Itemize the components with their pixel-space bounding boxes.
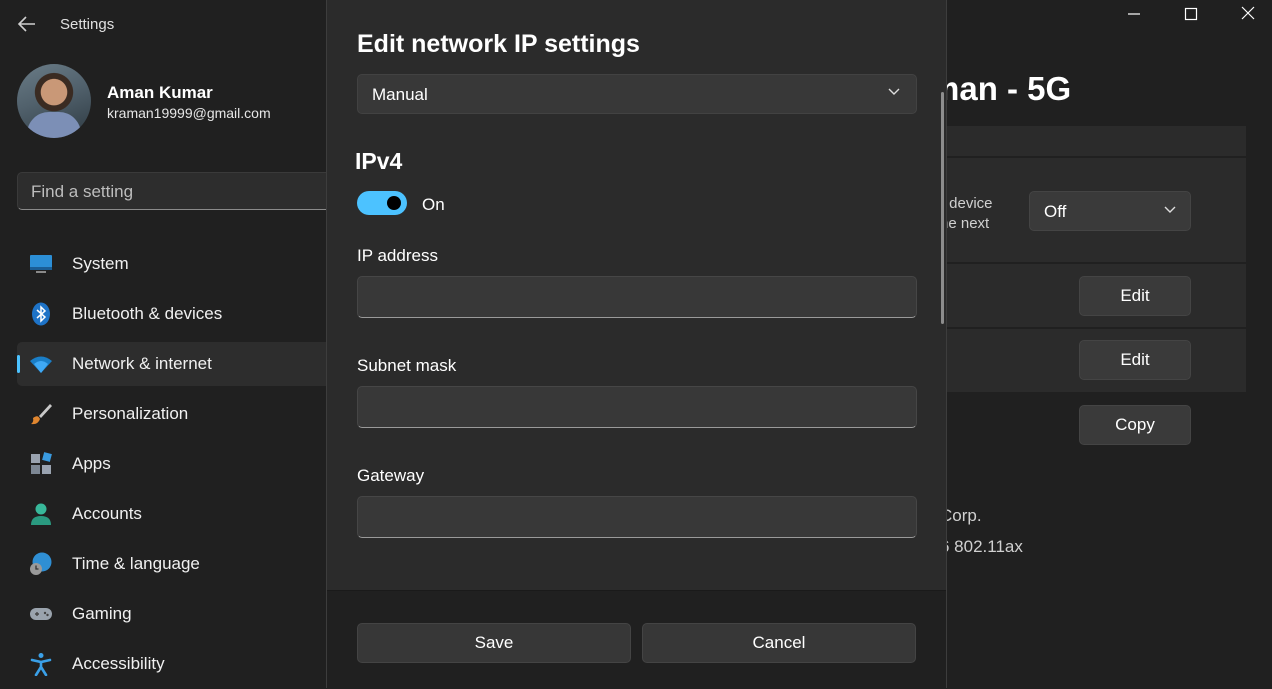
sidebar-item-personalization[interactable]: Personalization <box>17 392 347 436</box>
random-hw-dropdown-value: Off <box>1044 202 1067 221</box>
active-indicator <box>17 355 20 373</box>
minimize-button[interactable] <box>1114 4 1154 24</box>
chevron-down-icon <box>888 88 900 95</box>
back-arrow-icon[interactable] <box>16 14 38 34</box>
ipv4-toggle[interactable] <box>357 191 407 215</box>
sidebar-item-network[interactable]: Network & internet <box>17 342 347 386</box>
section-heading-ipv4: IPv4 <box>355 148 403 174</box>
toggle-state-label: On <box>422 195 445 214</box>
sidebar-item-gaming[interactable]: Gaming <box>17 592 347 636</box>
user-name: Aman Kumar <box>107 83 213 102</box>
section-header-card <box>930 126 1246 156</box>
search-input[interactable]: Find a setting <box>17 172 347 210</box>
chevron-down-icon <box>1164 206 1176 213</box>
sidebar-item-label: Gaming <box>72 604 132 623</box>
sidebar-item-label: Accounts <box>72 504 142 523</box>
description-value: 6 802.11ax <box>940 537 1023 556</box>
sidebar-item-bluetooth[interactable]: Bluetooth & devices <box>17 292 347 336</box>
sidebar-item-label: Time & language <box>72 554 200 573</box>
save-button[interactable]: Save <box>357 623 631 663</box>
ip-mode-select[interactable]: Manual <box>357 74 917 114</box>
edit-ip-button[interactable]: Edit <box>1079 276 1191 316</box>
search-placeholder: Find a setting <box>31 182 134 201</box>
apps-icon <box>29 452 53 476</box>
sidebar-item-label: Network & internet <box>72 354 212 373</box>
sidebar-item-apps[interactable]: Apps <box>17 442 347 486</box>
avatar[interactable] <box>17 64 91 138</box>
monitor-icon <box>29 252 53 276</box>
sidebar-item-label: Apps <box>72 454 111 473</box>
random-hw-dropdown[interactable]: Off <box>1029 191 1191 231</box>
wifi-icon <box>29 352 53 376</box>
ip-address-label: IP address <box>357 246 438 265</box>
dialog-title: Edit network IP settings <box>357 30 640 58</box>
maximize-icon <box>1184 7 1198 21</box>
dialog-footer: Save Cancel <box>327 590 946 689</box>
sidebar-item-label: Personalization <box>72 404 189 423</box>
accessibility-icon <box>29 652 53 677</box>
sidebar-item-label: Accessibility <box>72 654 165 673</box>
app-title: Settings <box>60 16 115 33</box>
sidebar-item-label: Bluetooth & devices <box>72 304 223 323</box>
cancel-button[interactable]: Cancel <box>642 623 916 663</box>
gamepad-icon <box>29 602 53 626</box>
sidebar-item-label: System <box>72 254 129 273</box>
gateway-label: Gateway <box>357 466 425 485</box>
minimize-icon <box>1128 13 1140 15</box>
person-icon <box>29 502 53 526</box>
bluetooth-icon <box>29 302 53 326</box>
edit-dns-button[interactable]: Edit <box>1079 340 1191 380</box>
random-hw-text-2: he next <box>940 215 990 232</box>
page-title: man - 5G <box>930 70 1072 107</box>
gateway-field[interactable] <box>357 496 917 538</box>
close-icon <box>1241 6 1255 20</box>
random-hw-text-1: r device <box>940 195 993 212</box>
ip-mode-value: Manual <box>372 85 428 104</box>
sidebar-item-system[interactable]: System <box>17 242 347 286</box>
copy-button[interactable]: Copy <box>1079 405 1191 445</box>
ip-address-field[interactable] <box>357 276 917 318</box>
maximize-button[interactable] <box>1171 4 1211 24</box>
user-email: kraman19999@gmail.com <box>107 105 271 121</box>
subnet-mask-field[interactable] <box>357 386 917 428</box>
dialog-scrollbar[interactable] <box>941 92 944 324</box>
sidebar-item-time-language[interactable]: Time & language <box>17 542 347 586</box>
brush-icon <box>29 402 53 426</box>
toggle-knob <box>387 196 401 210</box>
sidebar-item-accessibility[interactable]: Accessibility <box>17 642 347 686</box>
close-button[interactable] <box>1228 4 1268 24</box>
sidebar-item-accounts[interactable]: Accounts <box>17 492 347 536</box>
globe-clock-icon <box>29 552 53 576</box>
subnet-mask-label: Subnet mask <box>357 356 457 375</box>
edit-ip-dialog: Edit network IP settings Manual IPv4 On … <box>326 0 947 689</box>
